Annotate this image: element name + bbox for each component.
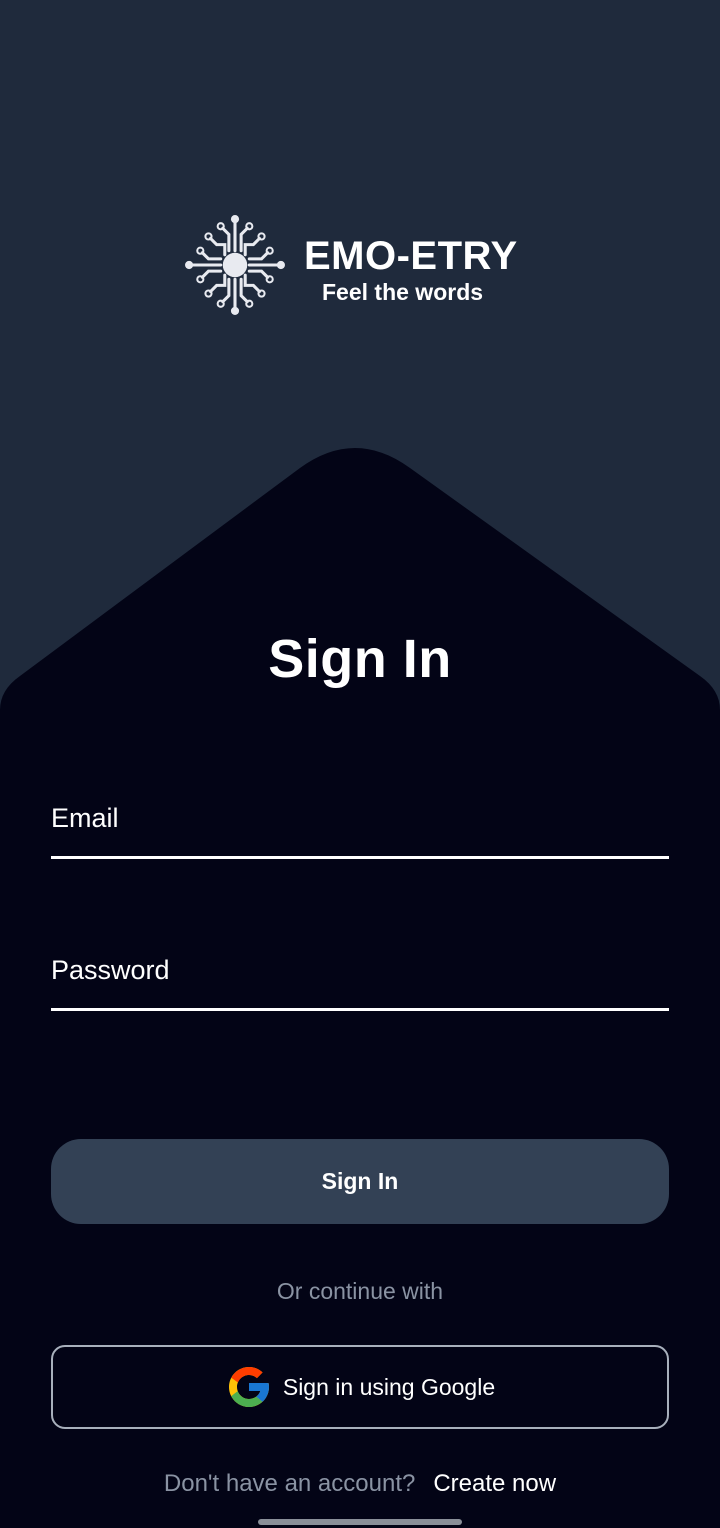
circuit-hub-icon xyxy=(185,215,285,315)
brand-tagline: Feel the words xyxy=(322,279,484,305)
email-underline xyxy=(51,856,669,859)
signup-prompt-text: Don't have an account? xyxy=(163,1470,416,1497)
google-sign-in-button[interactable]: Sign in using Google xyxy=(51,1345,669,1429)
signup-prompt: Don't have an account? Create now xyxy=(0,1472,720,1496)
google-g-icon xyxy=(228,1367,269,1407)
create-account-link[interactable]: Create now xyxy=(433,1470,556,1497)
google-sign-in-label: Sign in using Google xyxy=(282,1373,496,1400)
page-title: Sign In xyxy=(268,629,452,689)
brand-name: EMO-ETRY xyxy=(304,234,518,278)
brand-logo: EMO-ETRY Feel the words xyxy=(184,214,524,318)
or-continue-divider: Or continue with xyxy=(276,1278,444,1304)
home-indicator[interactable] xyxy=(258,1519,462,1525)
password-underline xyxy=(51,1008,669,1011)
signin-screen: EMO-ETRY Feel the words Sign In Sign In … xyxy=(0,0,720,1528)
password-input[interactable] xyxy=(51,932,669,1008)
email-input[interactable] xyxy=(51,780,669,856)
password-field-group xyxy=(51,932,669,1012)
email-field-group xyxy=(51,780,669,860)
sign-in-button[interactable]: Sign In xyxy=(51,1139,669,1224)
